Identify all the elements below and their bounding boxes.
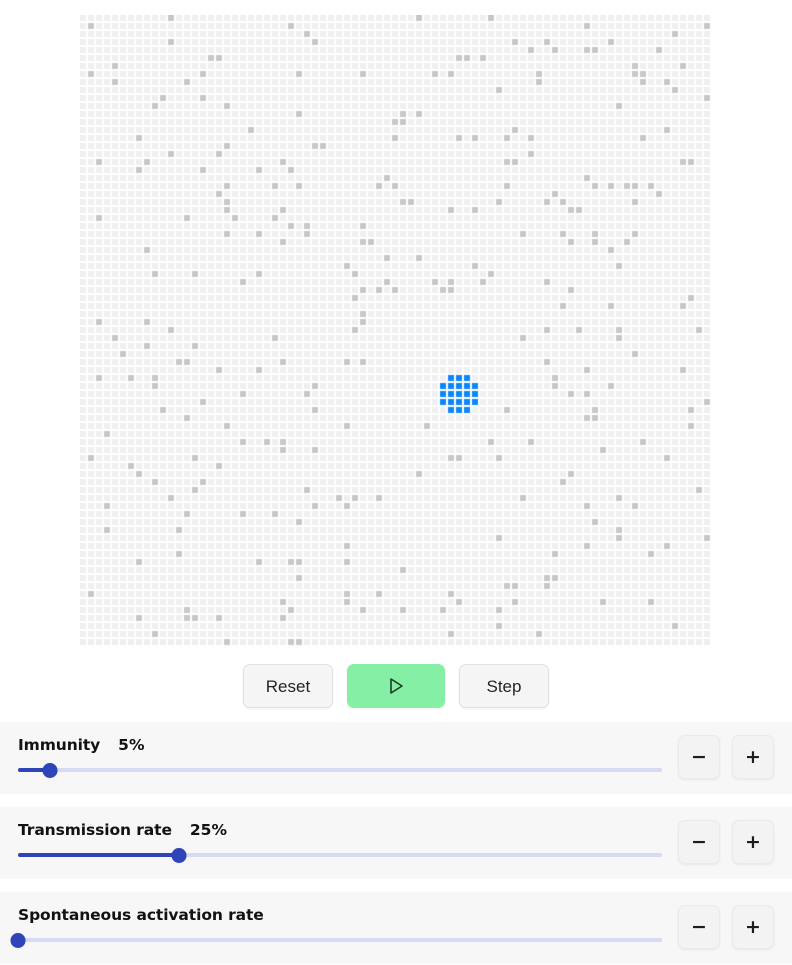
- slider-spontaneous-activation-rate[interactable]: [10, 932, 662, 948]
- decrement-button-immunity[interactable]: −: [678, 735, 720, 779]
- parameter-label-transmission-rate: Transmission rate: [18, 821, 172, 839]
- parameter-body: Transmission rate 25%: [18, 821, 678, 863]
- parameter-card-immunity: Immunity 5% − +: [0, 722, 792, 794]
- parameter-value-immunity: 5%: [118, 736, 145, 754]
- increment-button-immunity[interactable]: +: [732, 735, 774, 779]
- parameter-body: Immunity 5%: [18, 736, 678, 778]
- parameter-header: Transmission rate 25%: [18, 821, 662, 839]
- transport-controls: Reset Step: [0, 650, 792, 722]
- stepper-group: − +: [678, 905, 774, 949]
- parameter-header: Immunity 5%: [18, 736, 662, 754]
- play-button[interactable]: [347, 664, 445, 708]
- step-button[interactable]: Step: [459, 664, 549, 708]
- cellular-automaton-grid[interactable]: [80, 15, 712, 650]
- parameter-body: Spontaneous activation rate: [10, 906, 678, 948]
- play-triangle-icon: [388, 677, 405, 695]
- decrement-button-spontaneous-activation-rate[interactable]: −: [678, 905, 720, 949]
- slider-thumb-immunity[interactable]: [42, 762, 58, 778]
- parameter-card-spontaneous-activation-rate: Spontaneous activation rate − +: [0, 892, 792, 964]
- reset-button[interactable]: Reset: [243, 664, 333, 708]
- slider-immunity[interactable]: [18, 762, 662, 778]
- stepper-group: − +: [678, 820, 774, 864]
- parameter-label-immunity: Immunity: [18, 736, 101, 754]
- stepper-group: − +: [678, 735, 774, 779]
- slider-track: [18, 938, 662, 942]
- slider-transmission-rate[interactable]: [18, 847, 662, 863]
- parameter-label-spontaneous-activation-rate: Spontaneous activation rate: [18, 906, 264, 924]
- slider-thumb-spontaneous-activation-rate[interactable]: [10, 932, 26, 948]
- parameter-header: Spontaneous activation rate: [18, 906, 662, 924]
- parameter-card-transmission-rate: Transmission rate 25% − +: [0, 807, 792, 879]
- increment-button-spontaneous-activation-rate[interactable]: +: [732, 905, 774, 949]
- slider-thumb-transmission-rate[interactable]: [171, 847, 187, 863]
- increment-button-transmission-rate[interactable]: +: [732, 820, 774, 864]
- slider-fill: [18, 853, 179, 857]
- simulation-area: [0, 0, 792, 650]
- slider-track: [18, 768, 662, 772]
- parameter-value-transmission-rate: 25%: [189, 821, 227, 839]
- parameter-panel: Immunity 5% − + Transmission rate 25% − …: [0, 722, 792, 964]
- decrement-button-transmission-rate[interactable]: −: [678, 820, 720, 864]
